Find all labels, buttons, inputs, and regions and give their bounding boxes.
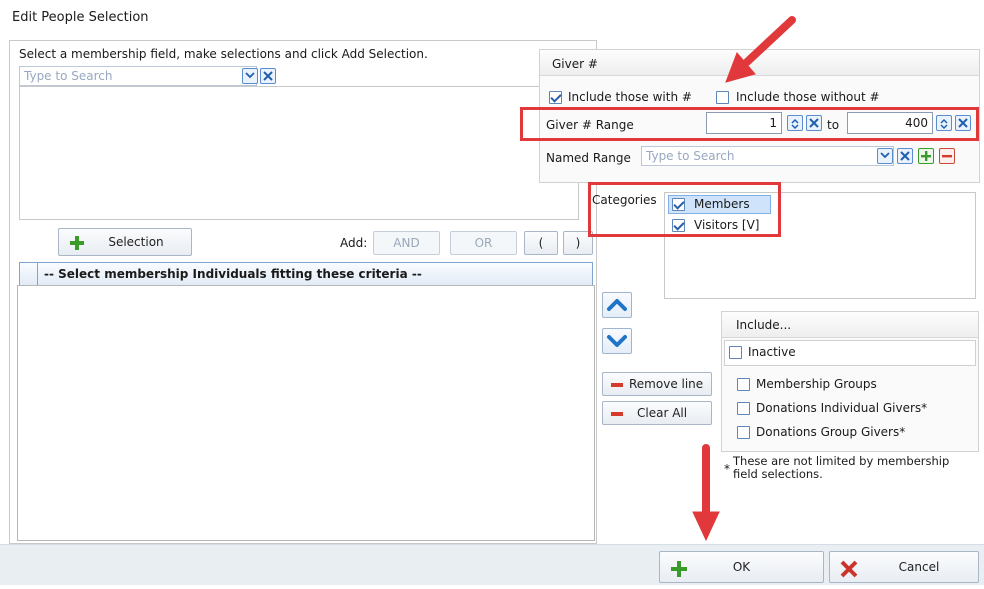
named-range-label: Named Range [546,151,631,165]
highlight-box [588,182,781,237]
and-button[interactable]: AND [373,231,440,255]
open-paren-button[interactable]: ( [524,231,558,255]
donations-group-checkbox[interactable] [737,426,750,439]
dropdown-icon[interactable] [877,148,893,164]
ok-button[interactable]: OK [659,551,824,583]
ok-label: OK [732,560,751,574]
plus-icon [670,559,688,577]
highlight-box [520,107,979,141]
cancel-label: Cancel [898,560,940,574]
plus-icon [69,234,85,250]
named-range-search[interactable]: Type to Search [641,146,894,166]
clear-search-icon[interactable] [260,68,276,84]
clear-all-button[interactable]: Clear All [602,401,712,425]
add-label: Add: [340,236,368,250]
add-selection-button[interactable]: Selection [58,228,192,256]
chevron-up-icon [607,299,627,311]
cancel-button[interactable]: Cancel [829,551,979,583]
footnote-asterisk: * [724,462,730,476]
instruction-text: Select a membership field, make selectio… [19,47,428,61]
donations-individual-checkbox[interactable] [737,402,750,415]
inactive-label: Inactive [748,345,796,359]
membership-groups-label: Membership Groups [756,377,877,391]
footnote-text: These are not limited by membership fiel… [733,454,950,481]
field-values-list[interactable] [19,86,579,220]
minus-icon [611,411,623,416]
criteria-header[interactable]: -- Select membership Individuals fitting… [19,262,593,286]
move-up-button[interactable] [602,292,632,318]
giver-group-title: Giver # [552,57,598,71]
or-button[interactable]: OR [450,231,517,255]
membership-groups-checkbox[interactable] [737,378,750,391]
donations-group-label: Donations Group Givers* [756,425,906,439]
remove-line-button[interactable]: Remove line [602,372,712,396]
move-down-button[interactable] [602,328,632,354]
add-named-range-icon[interactable] [918,148,934,164]
dropdown-icon[interactable] [242,68,258,84]
window-title: Edit People Selection [12,10,149,25]
include-with-label: Include those with # [568,90,692,104]
include-title: Include... [736,318,792,332]
inactive-checkbox[interactable] [729,346,742,359]
chevron-down-icon [607,335,627,347]
donations-individual-label: Donations Individual Givers* [756,401,928,415]
include-with-checkbox[interactable] [549,91,562,104]
close-icon [840,559,858,578]
arrow-to-ok-button [692,444,720,542]
add-selection-label: Selection [108,235,164,249]
minus-icon [611,382,623,387]
criteria-list[interactable] [17,285,595,541]
membership-field-search[interactable]: Type to Search [19,66,257,86]
clear-named-range-icon[interactable] [897,148,913,164]
remove-named-range-icon[interactable] [939,148,955,164]
include-without-label: Include those without # [736,90,880,104]
include-without-checkbox[interactable] [716,91,729,104]
